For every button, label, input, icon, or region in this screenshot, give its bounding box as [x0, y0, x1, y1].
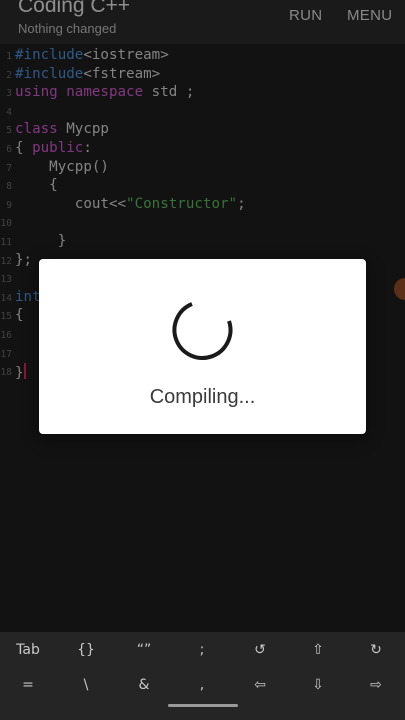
compiling-dialog: Compiling... [39, 259, 366, 434]
symbol-key[interactable]: , [182, 677, 222, 693]
symbol-key[interactable]: ↻ [356, 642, 396, 658]
symbol-key[interactable]: ⇦ [240, 677, 280, 693]
symbol-key[interactable]: “” [124, 642, 164, 658]
symbol-key[interactable]: \ [66, 677, 106, 693]
symbol-key[interactable]: {} [66, 642, 106, 658]
home-gesture-handle[interactable] [168, 704, 238, 707]
symbol-key[interactable]: & [124, 677, 164, 693]
symbol-key[interactable]: ⇩ [298, 677, 338, 693]
symbol-key[interactable]: Tab [8, 642, 48, 658]
symbol-key[interactable]: ⇧ [298, 642, 338, 658]
symbol-key[interactable]: ; [182, 642, 222, 658]
loading-spinner-icon [172, 302, 233, 360]
symbol-key[interactable]: ↺ [240, 642, 280, 658]
compiling-message: Compiling... [149, 386, 256, 408]
symbol-key[interactable]: = [8, 677, 48, 693]
symbol-key[interactable]: ⇨ [356, 677, 396, 693]
